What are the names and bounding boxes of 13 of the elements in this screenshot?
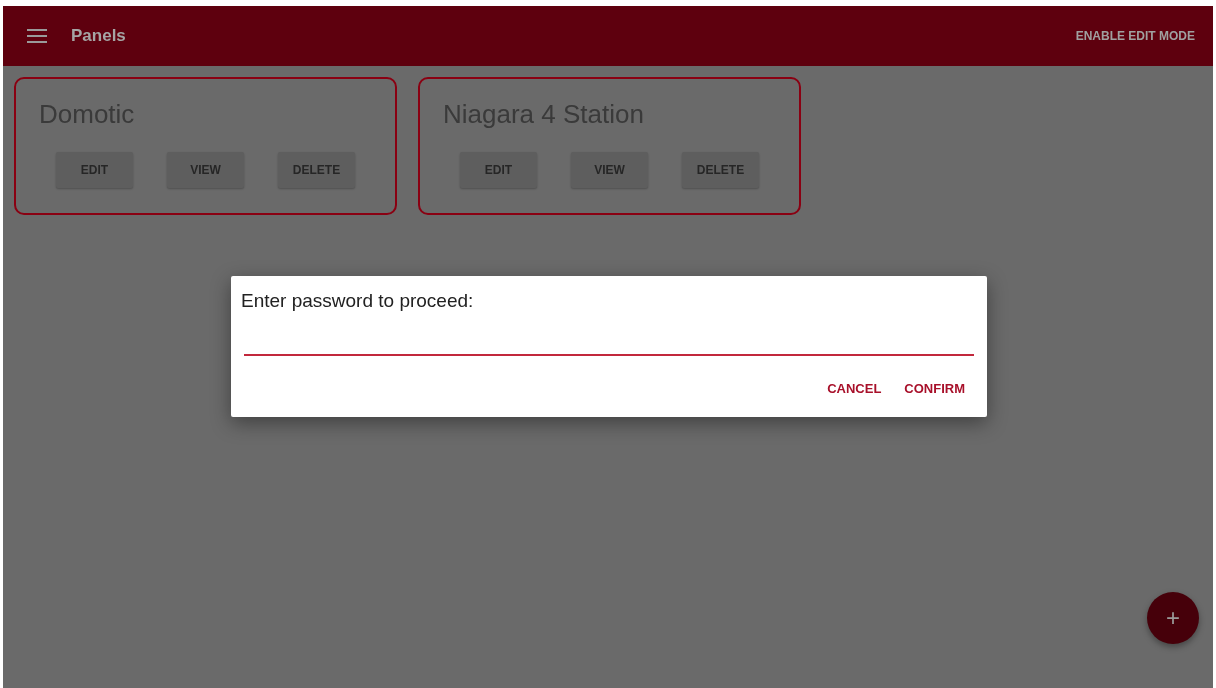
- dialog-prompt: Enter password to proceed:: [241, 290, 474, 312]
- edit-button[interactable]: EDIT: [460, 152, 537, 188]
- edit-button[interactable]: EDIT: [56, 152, 133, 188]
- enable-edit-mode-button[interactable]: ENABLE EDIT MODE: [1075, 29, 1195, 43]
- cancel-button[interactable]: CANCEL: [827, 381, 882, 396]
- add-button[interactable]: +: [1147, 592, 1199, 644]
- view-button[interactable]: VIEW: [571, 152, 648, 188]
- menu-icon[interactable]: [27, 29, 47, 43]
- app-title: Panels: [71, 26, 126, 46]
- view-button[interactable]: VIEW: [167, 152, 244, 188]
- confirm-button[interactable]: CONFIRM: [904, 381, 965, 396]
- delete-button[interactable]: DELETE: [278, 152, 355, 188]
- delete-button[interactable]: DELETE: [682, 152, 759, 188]
